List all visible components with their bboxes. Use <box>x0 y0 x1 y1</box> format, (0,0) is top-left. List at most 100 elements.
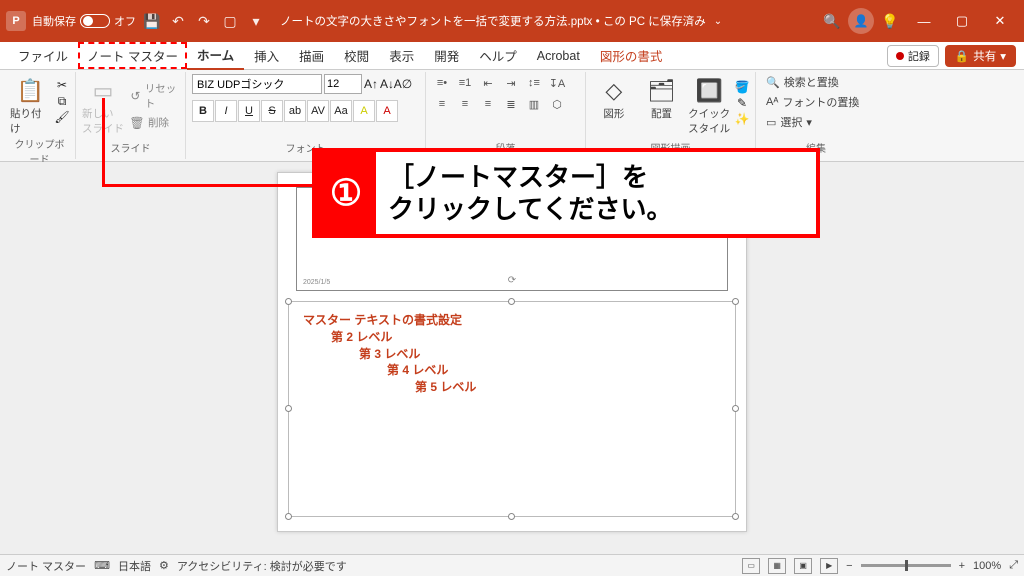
align-center-icon[interactable]: ≡ <box>455 95 475 113</box>
decrease-font-icon[interactable]: A↓ <box>380 77 394 91</box>
share-button[interactable]: 🔒 共有 ▾ <box>945 45 1016 67</box>
cut-icon[interactable]: ✂ <box>55 78 69 92</box>
search-icon[interactable]: 🔍 <box>822 11 842 31</box>
resize-handle[interactable] <box>508 298 515 305</box>
reset-button: ↺リセット <box>128 80 179 112</box>
sorter-view-icon[interactable]: ▦ <box>768 558 786 574</box>
shape-effects-icon[interactable]: ✨ <box>735 112 749 126</box>
notes-level-2: 第 2 レベル <box>303 329 721 346</box>
font-name-select[interactable] <box>192 74 322 94</box>
strike-button[interactable]: S <box>261 100 283 122</box>
callout-number: ① <box>316 152 376 234</box>
tab-help[interactable]: ヘルプ <box>469 42 527 69</box>
quick-styles-button[interactable]: 🔲クイック スタイル <box>687 74 731 136</box>
delete-button: 🗑削除 <box>128 114 179 131</box>
resize-handle[interactable] <box>285 405 292 412</box>
shape-outline-icon[interactable]: ✎ <box>735 96 749 110</box>
instruction-callout: ① ［ノートマスター］を クリックしてください。 <box>312 148 820 238</box>
normal-view-icon[interactable]: ▭ <box>742 558 760 574</box>
status-accessibility[interactable]: アクセシビリティ: 検討が必要です <box>177 558 347 574</box>
tab-view[interactable]: 表示 <box>379 42 424 69</box>
format-painter-icon[interactable]: 🖌 <box>55 110 69 124</box>
smartart-icon[interactable]: ⬡ <box>547 95 567 113</box>
accessibility-icon[interactable]: ⚙ <box>159 559 169 572</box>
redo-icon[interactable]: ↷ <box>194 11 214 31</box>
fit-window-icon[interactable]: ⤢ <box>1009 559 1018 572</box>
zoom-slider[interactable] <box>861 564 951 567</box>
undo-icon[interactable]: ↶ <box>168 11 188 31</box>
title-bar: P 自動保存 オフ 💾 ↶ ↷ ▢ ▾ ノートの文字の大きさやフォントを一括で変… <box>0 0 1024 42</box>
tab-shape-format[interactable]: 図形の書式 <box>590 42 673 69</box>
resize-handle[interactable] <box>732 298 739 305</box>
notes-text-placeholder[interactable]: マスター テキストの書式設定 第 2 レベル 第 3 レベル 第 4 レベル 第… <box>288 301 736 517</box>
refresh-icon[interactable]: ⟳ <box>508 275 516 286</box>
tab-file[interactable]: ファイル <box>8 42 78 69</box>
font-color-button[interactable]: A <box>376 100 398 122</box>
indent-right-icon[interactable]: ⇥ <box>501 74 521 92</box>
bullets-icon[interactable]: ≡• <box>432 74 452 92</box>
resize-handle[interactable] <box>285 298 292 305</box>
tab-insert[interactable]: 挿入 <box>244 42 289 69</box>
font-replace-button[interactable]: Aᴬフォントの置換 <box>766 94 859 110</box>
highlight-button[interactable]: A <box>353 100 375 122</box>
app-icon: P <box>6 11 26 31</box>
maximize-button[interactable]: ▢ <box>944 6 980 36</box>
close-button[interactable]: ✕ <box>982 6 1018 36</box>
resize-handle[interactable] <box>508 513 515 520</box>
notes-level-4: 第 4 レベル <box>303 362 721 379</box>
numbering-icon[interactable]: ≡1 <box>455 74 475 92</box>
record-button[interactable]: 記録 <box>887 45 939 67</box>
bold-button[interactable]: B <box>192 100 214 122</box>
align-right-icon[interactable]: ≡ <box>478 95 498 113</box>
group-slides-label: スライド <box>82 140 179 157</box>
columns-icon[interactable]: ▥ <box>524 95 544 113</box>
justify-icon[interactable]: ≣ <box>501 95 521 113</box>
paste-button[interactable]: 📋貼り付け <box>10 74 51 136</box>
arrange-button[interactable]: 🗂配置 <box>640 74 684 121</box>
slideshow-view-icon[interactable]: ▶ <box>820 558 838 574</box>
save-icon[interactable]: 💾 <box>142 11 162 31</box>
clear-format-icon[interactable]: A∅ <box>396 77 410 91</box>
minimize-button[interactable]: — <box>906 6 942 36</box>
notes-level-3: 第 3 レベル <box>303 346 721 363</box>
shapes-button[interactable]: ◇図形 <box>592 74 636 121</box>
tab-home[interactable]: ホーム <box>187 41 244 70</box>
resize-handle[interactable] <box>732 405 739 412</box>
shadow-button[interactable]: ab <box>284 100 306 122</box>
status-language[interactable]: 日本語 <box>118 558 151 574</box>
shape-fill-icon[interactable]: 🪣 <box>735 80 749 94</box>
text-direction-icon[interactable]: ↧A <box>547 74 567 92</box>
account-icon[interactable]: 👤 <box>848 8 874 34</box>
thumbnail-date: 2025/1/5 <box>303 279 330 286</box>
italic-button[interactable]: I <box>215 100 237 122</box>
find-replace-button[interactable]: 🔍検索と置換 <box>766 74 859 90</box>
underline-button[interactable]: U <box>238 100 260 122</box>
tab-draw[interactable]: 描画 <box>289 42 334 69</box>
present-icon[interactable]: ▢ <box>220 11 240 31</box>
char-spacing-button[interactable]: AV <box>307 100 329 122</box>
line-spacing-icon[interactable]: ↕≡ <box>524 74 544 92</box>
language-icon[interactable]: ⌨ <box>94 559 110 572</box>
resize-handle[interactable] <box>732 513 739 520</box>
tab-notes-master[interactable]: ノート マスター <box>78 42 187 69</box>
zoom-level[interactable]: 100% <box>973 560 1001 572</box>
indent-left-icon[interactable]: ⇤ <box>478 74 498 92</box>
tab-developer[interactable]: 開発 <box>424 42 469 69</box>
autosave-toggle[interactable]: 自動保存 オフ <box>32 13 136 29</box>
copy-icon[interactable]: ⧉ <box>55 94 69 108</box>
increase-font-icon[interactable]: A↑ <box>364 77 378 91</box>
title-dropdown-icon[interactable]: ⌄ <box>714 16 722 27</box>
zoom-in-icon[interactable]: + <box>959 560 965 572</box>
tab-review[interactable]: 校閲 <box>334 42 379 69</box>
select-button[interactable]: ▭選択 ▾ <box>766 114 859 130</box>
resize-handle[interactable] <box>285 513 292 520</box>
align-left-icon[interactable]: ≡ <box>432 95 452 113</box>
help-icon[interactable]: 💡 <box>880 11 900 31</box>
font-size-select[interactable] <box>324 74 362 94</box>
overflow-icon[interactable]: ▾ <box>246 11 266 31</box>
zoom-out-icon[interactable]: − <box>846 560 852 572</box>
clipboard-icon: 📋 <box>17 78 44 104</box>
change-case-button[interactable]: Aa <box>330 100 352 122</box>
reading-view-icon[interactable]: ▣ <box>794 558 812 574</box>
tab-acrobat[interactable]: Acrobat <box>527 45 590 67</box>
